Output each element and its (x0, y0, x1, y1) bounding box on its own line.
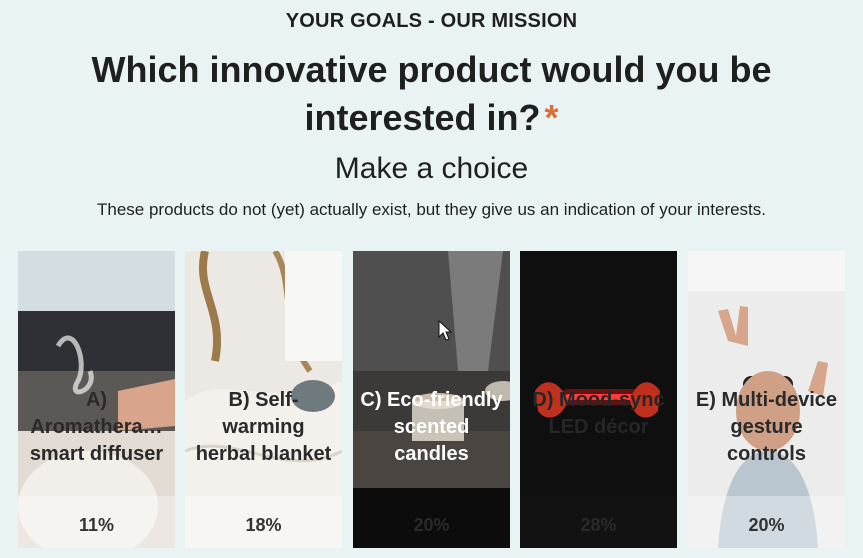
option-percent: 18% (245, 515, 282, 535)
options-grid: A) Aromathera… smart diffuser 11% B) Sel… (18, 251, 845, 548)
option-card-b[interactable]: B) Self-warming herbal blanket 18% (185, 251, 342, 548)
option-percent: 20% (748, 515, 785, 535)
option-card-c[interactable]: C) Eco-friendly scented candles 20% (353, 251, 510, 548)
option-label: B) Self-warming herbal blanket (195, 389, 332, 465)
option-label: A) Aromathera… smart diffuser (29, 389, 164, 465)
option-percent: 20% (413, 515, 450, 535)
mouse-pointer-icon (438, 320, 452, 341)
section-eyebrow: YOUR GOALS - OUR MISSION (285, 10, 578, 32)
question-title: Which innovative product would you be in… (60, 46, 803, 142)
description-text: These products do not (yet) actually exi… (96, 200, 767, 219)
option-percent: 11% (78, 515, 115, 535)
instruction-subtitle: Make a choice (334, 152, 529, 185)
option-card-d[interactable]: D) Mood-sync LED décor 28% (520, 251, 677, 548)
option-card-e[interactable]: E) Multi-device gesture controls 20% (688, 251, 845, 548)
option-card-a[interactable]: A) Aromathera… smart diffuser 11% (18, 251, 175, 548)
required-asterisk: * (544, 97, 559, 138)
option-label: E) Multi-device gesture controls (695, 389, 838, 465)
question-text: Which innovative product would you be in… (91, 49, 772, 138)
option-label: D) Mood-sync LED décor (532, 389, 665, 438)
option-percent: 28% (580, 515, 617, 535)
option-label: C) Eco-friendly scented candles (360, 389, 503, 465)
